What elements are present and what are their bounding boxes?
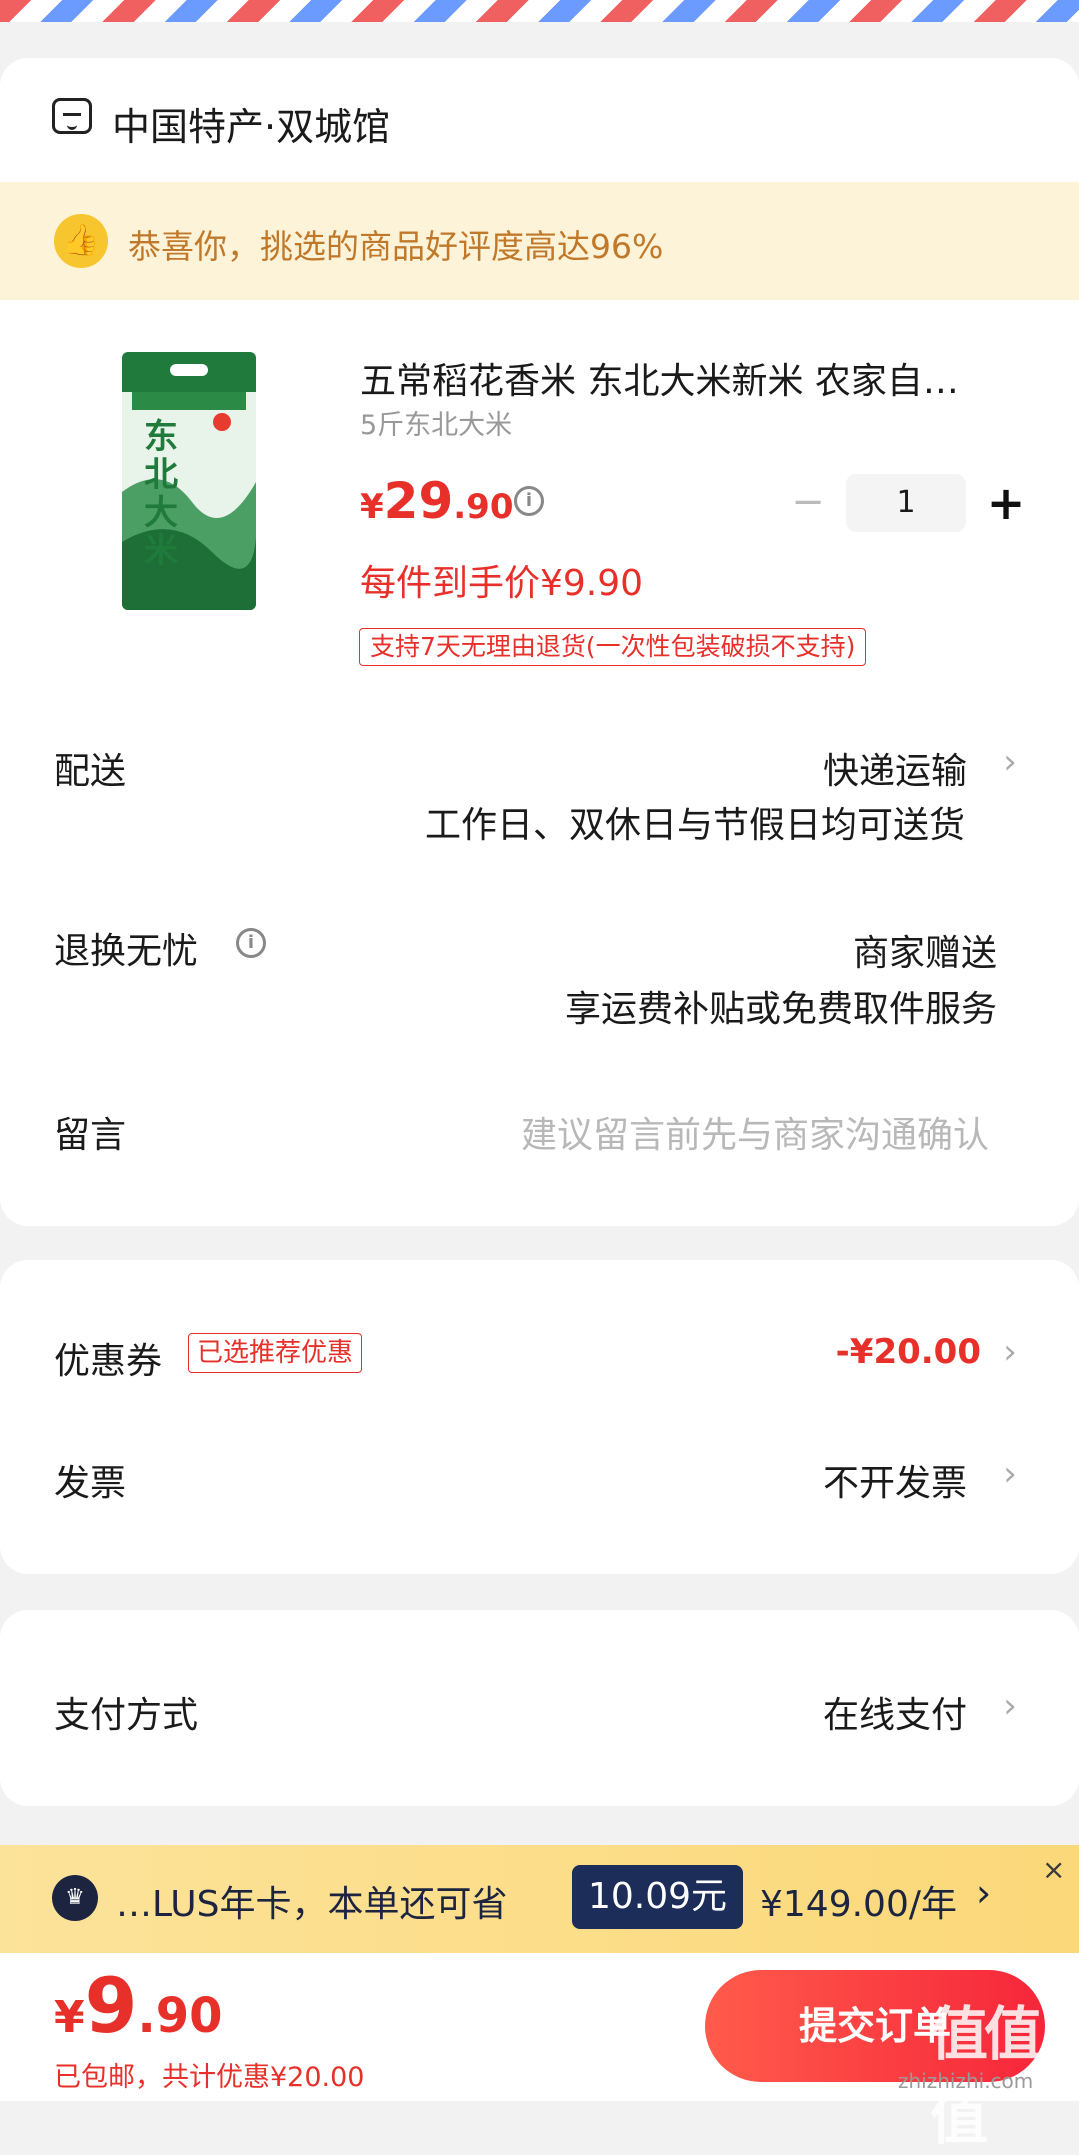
coupon-label: 优惠券: [54, 1341, 163, 1382]
thumbs-up-icon: 👍: [54, 214, 108, 268]
returns-label: 退换无忧: [54, 931, 199, 972]
product-spec: 5斤东北大米: [360, 410, 513, 441]
store-name[interactable]: 中国特产·双城馆: [112, 96, 390, 151]
airmail-border: [0, 0, 1079, 22]
returns-value: 商家赠送: [852, 933, 997, 974]
return-policy-tag: 支持7天无理由退货(一次性包装破损不支持): [359, 628, 867, 666]
coupon-tag: 已选推荐优惠: [188, 1333, 363, 1373]
chevron-right-icon[interactable]: ›: [998, 1686, 1022, 1726]
shipping-note: 已包邮，共计优惠¥20.00: [54, 2062, 365, 2093]
delivery-method[interactable]: 快递运输: [823, 742, 967, 794]
rating-banner: 👍 恭喜你，挑选的商品好评度高达96%: [0, 182, 1079, 300]
plus-membership-bar[interactable]: ♛ …LUS年卡，本单还可省 10.09元 ¥149.00/年 › ×: [0, 1845, 1079, 1953]
plus-icon[interactable]: +: [984, 478, 1028, 528]
order-card: 中国特产·双城馆 👍 恭喜你，挑选的商品好评度高达96% 东北大米 五常稻花香米…: [0, 58, 1079, 1226]
plus-text: …LUS年卡，本单还可省: [116, 1884, 508, 1925]
total-price: ¥9.90: [54, 1961, 223, 2050]
plus-savings-amount: 10.09元: [572, 1865, 744, 1929]
watermark-url: zhizhizhi.com: [898, 2069, 1034, 2093]
delivery-note: 工作日、双休日与节假日均可送货: [424, 805, 965, 846]
product-image-text: 东北大米: [144, 417, 178, 571]
product-title[interactable]: 五常稻花香米 东北大米新米 农家自…: [360, 352, 1010, 404]
message-label: 留言: [54, 1115, 127, 1156]
invoice-label: 发票: [54, 1463, 127, 1504]
delivery-label: 配送: [54, 751, 127, 792]
checkout-bar: ¥9.90 已包邮，共计优惠¥20.00 提交订单 值值值 zhizhizhi.…: [0, 1953, 1079, 2152]
rating-banner-text: 恭喜你，挑选的商品好评度高达96%: [128, 227, 664, 266]
store-icon: [52, 98, 92, 134]
returns-note: 享运费补贴或免费取件服务: [564, 989, 997, 1030]
quantity-input[interactable]: 1: [846, 474, 966, 532]
info-icon[interactable]: i: [236, 928, 266, 958]
chevron-right-icon[interactable]: ›: [976, 1871, 991, 1915]
chevron-right-icon[interactable]: ›: [998, 1454, 1022, 1494]
chevron-right-icon[interactable]: ›: [998, 742, 1022, 782]
invoice-value[interactable]: 不开发票: [823, 1454, 967, 1506]
product-price: ¥29.90: [360, 472, 514, 530]
discount-card: 优惠券 已选推荐优惠 -¥20.00 › 发票 不开发票 ›: [0, 1260, 1079, 1574]
close-icon[interactable]: ×: [1042, 1853, 1065, 1886]
payment-label: 支付方式: [54, 1695, 199, 1736]
plus-logo-icon: ♛: [52, 1875, 98, 1921]
payment-card: 支付方式 在线支付 ›: [0, 1610, 1079, 1806]
minus-icon[interactable]: −: [790, 482, 826, 522]
price-decimal: .90: [453, 487, 514, 527]
total-decimal: .90: [137, 1988, 223, 2044]
info-icon[interactable]: i: [514, 486, 544, 516]
payment-value[interactable]: 在线支付: [823, 1686, 967, 1738]
hand-price: 每件到手价¥9.90: [360, 563, 644, 604]
plus-price: ¥149.00/年: [760, 1884, 957, 1925]
price-integer: 29: [383, 472, 454, 530]
price-currency: ¥: [360, 487, 384, 527]
total-integer: 9: [84, 1961, 138, 2050]
message-input[interactable]: 建议留言前先与商家沟通确认: [521, 1106, 989, 1158]
chevron-right-icon[interactable]: ›: [998, 1332, 1022, 1372]
total-currency: ¥: [54, 1992, 85, 2043]
product-image[interactable]: 东北大米: [122, 352, 256, 610]
coupon-value[interactable]: -¥20.00: [836, 1332, 981, 1372]
